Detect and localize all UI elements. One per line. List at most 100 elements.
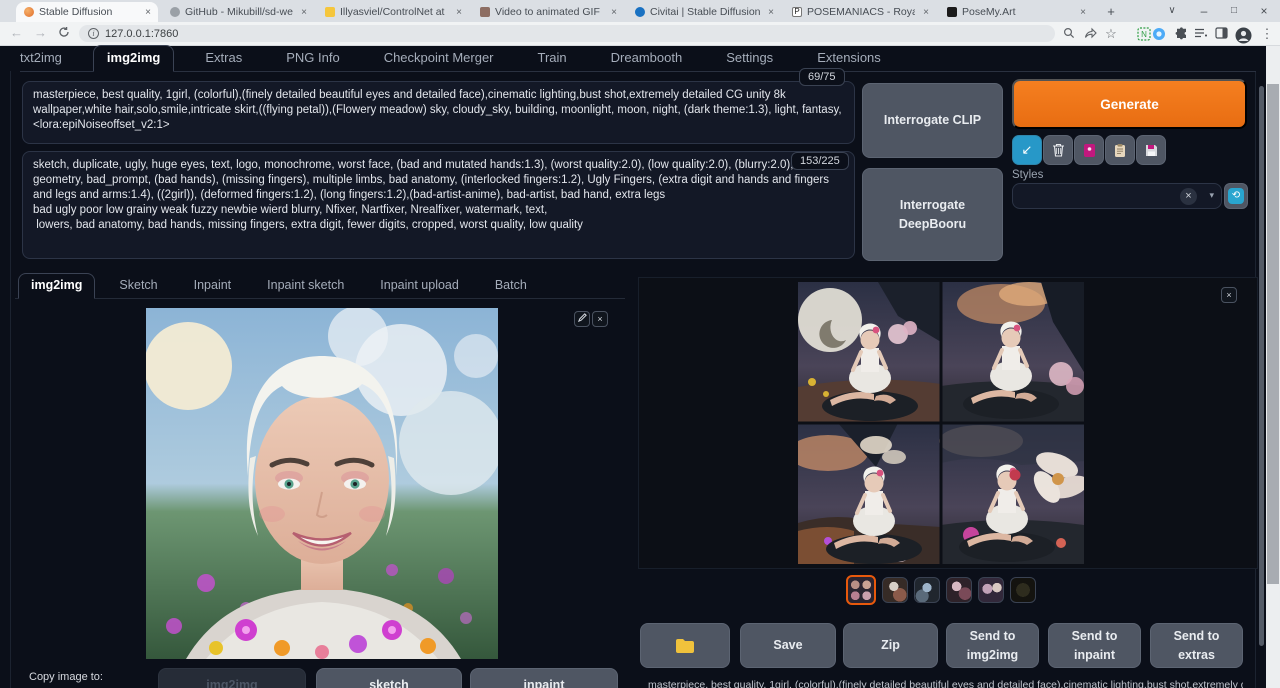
gallery-thumbnail-4[interactable] [946,577,972,603]
browser-tab-github[interactable]: GitHub - Mikubill/sd-webui-co… × [162,2,314,22]
send-to-inpaint-button[interactable]: Send to inpaint [1048,623,1141,668]
subtab-inpaint[interactable]: Inpaint [194,274,232,298]
copy-to-img2img-button[interactable]: img2img [158,668,306,688]
bookmark-star-icon[interactable]: ☆ [1103,26,1119,42]
gallery-thumbnail-6[interactable] [1010,577,1036,603]
app-scrollbar-thumb[interactable] [1259,86,1264,646]
url-text: 127.0.0.1:7860 [105,28,178,40]
extension-blue-icon[interactable] [1151,26,1167,42]
clear-prompt-button[interactable] [1043,135,1073,165]
edit-image-button[interactable] [574,311,590,327]
subtab-sketch[interactable]: Sketch [119,274,157,298]
share-icon[interactable] [1082,26,1098,42]
tab-train[interactable]: Train [538,46,567,71]
refresh-styles-button[interactable]: ⟲ [1224,183,1248,209]
extension-n-icon[interactable]: N [1136,26,1152,42]
stable-diffusion-favicon [24,7,34,17]
address-bar[interactable]: i 127.0.0.1:7860 [79,25,1055,42]
browser-scrollbar-thumb[interactable] [1267,84,1279,584]
subtab-batch[interactable]: Batch [495,274,527,298]
copy-to-sketch-button[interactable]: sketch [316,668,462,688]
browser-tab-posemaniacs[interactable]: P POSEMANIACS - Royalty free 3… × [784,2,936,22]
zoom-icon[interactable] [1061,26,1077,42]
prompt-token-counter: 69/75 [799,68,845,86]
interrogate-deepbooru-button[interactable]: Interrogate DeepBooru [862,168,1003,261]
browser-tab-civitai[interactable]: Civitai | Stable Diffusion model… × [627,2,781,22]
interrogate-clip-button[interactable]: Interrogate CLIP [862,83,1003,158]
browser-menu-icon[interactable]: ⋮ [1259,26,1275,42]
send-to-img2img-button[interactable]: Send to img2img [946,623,1039,668]
paste-generation-params-button[interactable]: ↙ [1012,135,1042,165]
reload-button[interactable] [58,26,70,41]
tab-checkpoint-merger[interactable]: Checkpoint Merger [384,46,494,71]
source-image-portrait[interactable] [146,308,498,659]
close-gallery-button[interactable]: × [1221,287,1237,303]
styles-label: Styles [1012,169,1043,181]
new-tab-button[interactable]: + [1103,4,1119,20]
back-button[interactable]: ← [10,25,23,40]
stable-diffusion-webui: txt2img img2img Extras PNG Info Checkpoi… [0,46,1280,688]
copy-to-inpaint-button[interactable]: inpaint [470,668,618,688]
tab-search-icon[interactable]: ∨ [1158,0,1186,22]
gallery-thumbnail-5[interactable] [978,577,1004,603]
prompt-input[interactable]: masterpiece, best quality, 1girl, (color… [23,82,854,143]
gallery-thumbnail-2[interactable] [882,577,908,603]
window-maximize-button[interactable]: □ [1220,0,1248,22]
chevron-down-icon: ▾ [1209,190,1214,201]
browser-tab-gif-converter[interactable]: Video to animated GIF converter × [472,2,624,22]
tab-settings[interactable]: Settings [726,46,773,71]
tab-close-icon[interactable]: × [1077,7,1089,18]
tab-txt2img[interactable]: txt2img [20,46,62,71]
tab-title: PoseMy.Art [962,6,1072,18]
save-button[interactable]: Save [740,623,836,668]
tab-close-icon[interactable]: × [298,7,310,18]
open-folder-button[interactable] [640,623,730,668]
subtab-img2img[interactable]: img2img [18,273,95,299]
window-close-button[interactable]: × [1250,0,1278,22]
browser-tab-controlnet[interactable]: Illyasviel/ControlNet at main × [317,2,469,22]
subtab-inpaint-sketch[interactable]: Inpaint sketch [267,274,344,298]
browser-tab-posemyart[interactable]: PoseMy.Art × [939,2,1093,22]
window-minimize-button[interactable]: – [1190,0,1218,22]
tab-extras[interactable]: Extras [205,46,242,71]
tab-close-icon[interactable]: × [920,7,932,18]
browser-tab-stable-diffusion[interactable]: Stable Diffusion × [16,2,158,22]
site-info-icon[interactable]: i [88,28,99,39]
styles-clear-icon[interactable]: × [1180,188,1197,205]
negative-prompt-input[interactable]: sketch, duplicate, ugly, huge eyes, text… [23,152,854,258]
gallery-thumbnail-1[interactable] [846,575,876,605]
browser-scrollbar[interactable] [1266,46,1280,688]
tab-close-icon[interactable]: × [765,7,777,18]
civitai-favicon [635,7,645,17]
tab-png-info[interactable]: PNG Info [286,46,339,71]
folder-icon [675,638,695,653]
tab-img2img[interactable]: img2img [93,45,174,72]
generation-info-text: masterpiece, best quality, 1girl, (color… [648,679,1243,688]
gallery-thumbnail-3[interactable] [914,577,940,603]
zip-button[interactable]: Zip [843,623,938,668]
save-style-button[interactable] [1136,135,1166,165]
img2img-source-area: × [15,299,625,663]
trash-icon [1052,143,1065,157]
copy-image-to-label: Copy image to: [29,671,103,683]
reading-list-icon[interactable] [1193,26,1209,42]
tab-title: Illyasviel/ControlNet at main [340,6,448,18]
generated-image-grid[interactable] [798,282,1084,564]
extensions-puzzle-icon[interactable] [1173,26,1189,42]
extra-networks-button[interactable] [1074,135,1104,165]
send-to-extras-button[interactable]: Send to extras [1150,623,1243,668]
apply-style-button[interactable] [1105,135,1135,165]
profile-avatar[interactable] [1235,26,1251,42]
github-favicon [170,7,180,17]
remove-image-button[interactable]: × [592,311,608,327]
generate-button[interactable]: Generate [1012,79,1247,129]
subtab-inpaint-upload[interactable]: Inpaint upload [380,274,459,298]
styles-dropdown[interactable]: × ▾ [1012,183,1222,209]
tab-close-icon[interactable]: × [142,7,154,18]
tab-dreambooth[interactable]: Dreambooth [611,46,683,71]
browser-toolbar: ← → i 127.0.0.1:7860 ☆ N [0,22,1280,46]
tab-close-icon[interactable]: × [453,7,465,18]
tab-close-icon[interactable]: × [608,7,620,18]
forward-button[interactable]: → [34,25,47,40]
side-panel-icon[interactable] [1213,26,1229,42]
